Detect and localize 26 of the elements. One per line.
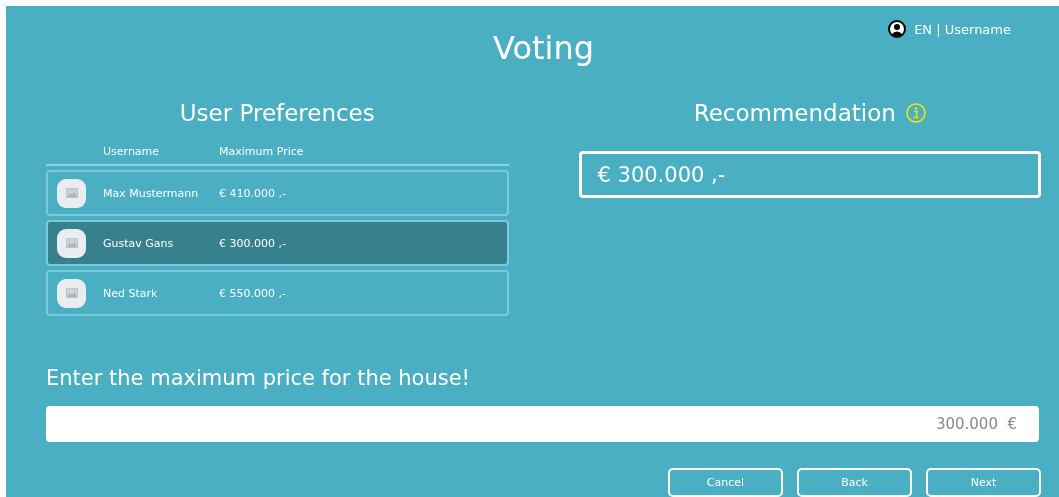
price-input[interactable]: 300.000 €: [46, 406, 1039, 442]
user-icon: [888, 20, 907, 38]
preference-row[interactable]: Gustav Gans € 300.000 ,-: [46, 220, 509, 267]
price-prompt: Enter the maximum price for the house!: [46, 366, 472, 391]
info-icon[interactable]: [905, 103, 926, 124]
username-cell-text: Gustav Gans: [103, 236, 175, 250]
image-icon: [65, 238, 78, 249]
image-icon: [65, 288, 78, 299]
page-title: Voting: [493, 28, 594, 69]
nav-button[interactable]: Next: [926, 468, 1041, 497]
price-cell-text: € 550.000 ,-: [219, 286, 287, 300]
user-menu[interactable]: EN | Username: [914, 21, 1011, 37]
section-title: User Preferences: [178, 99, 376, 129]
image-icon: [65, 188, 78, 199]
username-cell-text: Max Mustermann: [103, 186, 200, 200]
price-cell-text: € 410.000 ,-: [219, 186, 287, 200]
column-header: Maximum Price: [219, 145, 305, 159]
preference-row[interactable]: Max Mustermann € 410.000 ,-: [46, 170, 509, 217]
price-cell-text: € 300.000 ,-: [219, 236, 287, 250]
nav-button[interactable]: Cancel: [668, 468, 783, 497]
username-cell-text: Ned Stark: [103, 286, 159, 300]
column-header: Username: [103, 145, 161, 159]
recommendation-value: € 300.000 ,-: [578, 151, 1041, 199]
section-title: Recommendation: [693, 99, 896, 129]
preference-row[interactable]: Ned Stark € 550.000 ,-: [46, 270, 509, 317]
nav-button[interactable]: Back: [797, 468, 912, 497]
